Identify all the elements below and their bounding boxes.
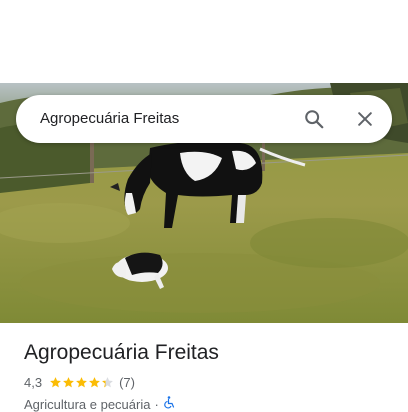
rating-value: 4,3 <box>24 375 43 390</box>
search-icon[interactable] <box>298 103 330 135</box>
close-icon[interactable] <box>349 103 381 135</box>
search-bar[interactable]: Agropecuária Freitas <box>16 95 392 143</box>
separator: · <box>154 396 159 412</box>
review-count[interactable]: (7) <box>119 375 135 390</box>
star-icon <box>63 377 74 388</box>
place-title: Agropecuária Freitas <box>24 341 219 364</box>
top-blank-area <box>0 0 408 83</box>
search-input[interactable]: Agropecuária Freitas <box>40 95 179 143</box>
rating-row[interactable]: 4,3 (7) <box>24 375 135 390</box>
wheelchair-icon <box>163 396 175 412</box>
place-category: Agricultura e pecuária <box>24 396 151 412</box>
star-icon <box>89 377 100 388</box>
place-details: Agropecuária Freitas 4,3 (7) Agricultura… <box>0 323 408 412</box>
category-row: Agricultura e pecuária · <box>24 396 175 412</box>
star-icon <box>102 377 113 388</box>
star-icon <box>50 377 61 388</box>
rating-stars <box>49 376 114 389</box>
star-icon <box>76 377 87 388</box>
